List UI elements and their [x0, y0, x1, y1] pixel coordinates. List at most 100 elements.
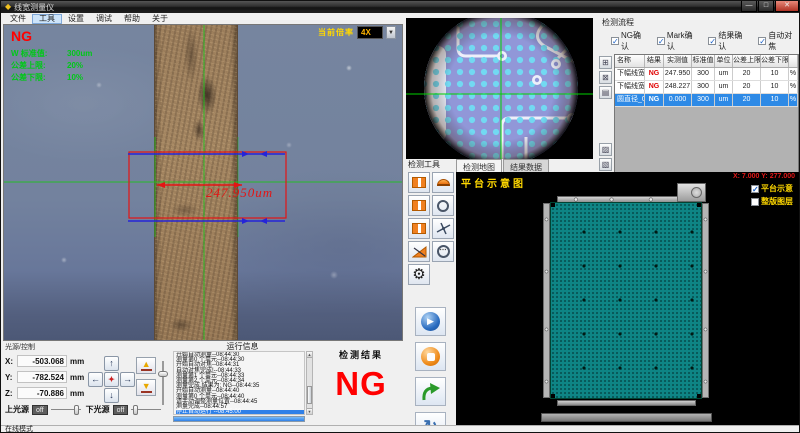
app-icon: ◆ — [5, 3, 11, 11]
log-list[interactable]: 开始自动测量--08:44:30测量第0 个单元--08:44:30开始自动对焦… — [173, 351, 305, 415]
flow-option-3[interactable]: ✓自动对焦 — [758, 30, 799, 52]
jog-left-button[interactable]: ← — [88, 372, 103, 387]
ellipsis-circle-icon: ⋯ — [437, 245, 450, 258]
inspection-flow-panel: 检测流程 ✓NG确认✓Mark确认✓结果确认✓自动对焦 ⊞⊠▤▨▧ 名称结果实测… — [599, 16, 799, 174]
detection-tools-panel: 检测工具 ⋯⚙ ▶↻ — [405, 159, 456, 425]
layer-toggle-0[interactable]: ✓平台示意 — [751, 183, 793, 194]
upper-light-toggle[interactable]: off — [32, 405, 48, 415]
stop-button[interactable] — [415, 342, 446, 371]
status-bar: 在线模式 — [1, 425, 800, 433]
chevron-down-icon[interactable]: ▼ — [386, 26, 396, 39]
result-value: NG — [317, 367, 405, 400]
export-file-button[interactable]: ▨ — [599, 143, 612, 156]
edit-button[interactable]: ⊞ — [599, 56, 612, 69]
axis-label: Y: — [5, 373, 14, 382]
scroll-up-icon[interactable]: ▲ — [307, 352, 312, 358]
window-title: 线宽测量仪 — [14, 2, 54, 13]
slider-thumb[interactable] — [133, 405, 138, 415]
menu-item-0[interactable]: 文件 — [4, 14, 32, 24]
table-row[interactable]: 圆直径_0NG0.000300um2010% — [615, 94, 798, 107]
log-line-highlighted[interactable]: 停止自动运行 --08:45:00 — [176, 410, 304, 415]
close-button[interactable]: ✕ — [775, 1, 799, 12]
magnification-label: 当前倍率 — [318, 27, 354, 38]
menu-item-2[interactable]: 设置 — [62, 14, 90, 24]
checkbox-icon[interactable]: ✓ — [758, 37, 766, 45]
jog-up-button[interactable]: ↑ — [104, 356, 119, 371]
tool-ellipsis-button[interactable]: ⋯ — [432, 241, 454, 262]
z-up-button[interactable]: ▲ — [136, 357, 156, 374]
lower-light-slider[interactable] — [131, 405, 161, 415]
checkbox-icon[interactable]: ✓ — [708, 37, 716, 45]
menu-item-4[interactable]: 帮助 — [118, 14, 146, 24]
log-scrollbar[interactable]: ▲ ▼ — [306, 351, 313, 415]
platform-layer-toggles: ✓平台示意整版图层 — [751, 183, 793, 207]
tool-dome-button[interactable] — [432, 172, 454, 193]
table-row[interactable]: 下幅线宽_1NG248.227300um2010% — [615, 81, 798, 94]
table-cell: 20 — [733, 81, 761, 93]
clear-all-button[interactable]: ⊠ — [599, 71, 612, 84]
table-row[interactable]: 下幅线宽_0NG247.950300um2010% — [615, 68, 798, 81]
table-cell: % — [789, 68, 798, 80]
results-table[interactable]: 名称结果实测值标准值单位公差上限公差下限下幅线宽_0NG247.950300um… — [614, 54, 799, 189]
z-down-arrow-icon: ▼ — [141, 382, 152, 393]
checkbox-label: 平台示意 — [761, 183, 793, 194]
table-cell: NG — [645, 94, 664, 106]
play-button[interactable]: ▶ — [415, 307, 446, 336]
axis-readouts: X:-503.068mmY:-782.524mmZ:-70.886mm — [5, 353, 88, 403]
measurement-value-annotation: 247.950um — [206, 185, 273, 201]
tools-panel-title: 检测工具 — [405, 159, 456, 172]
scroll-down-icon[interactable]: ▼ — [307, 408, 312, 414]
flow-option-2[interactable]: ✓结果确认 — [708, 30, 749, 52]
microscope-image-view[interactable]: NG W 标准值:300um公差上限:20%公差下限:10% 当前倍率 4X ▼… — [3, 24, 403, 341]
slider-thumb[interactable] — [158, 371, 168, 377]
menu-item-5[interactable]: 关于 — [146, 14, 174, 24]
checkbox-icon[interactable]: ✓ — [751, 185, 759, 193]
magnification-select[interactable]: 4X — [357, 26, 383, 39]
checkbox-icon[interactable]: ✓ — [657, 37, 665, 45]
flow-option-0[interactable]: ✓NG确认 — [611, 30, 648, 52]
table-cell: 下幅线宽_1 — [615, 81, 645, 93]
measurement-parameters: W 标准值:300um公差上限:20%公差下限:10% — [11, 48, 92, 84]
z-down-button[interactable]: ▼ — [136, 379, 156, 396]
table-cell: 0.000 — [664, 94, 692, 106]
table-cell: 248.227 — [664, 81, 692, 93]
column-header — [789, 55, 798, 67]
checkbox-icon[interactable]: ✓ — [611, 37, 619, 45]
axis-unit: mm — [70, 357, 84, 366]
z-speed-slider[interactable] — [157, 353, 169, 403]
tool-linewidth-b-button[interactable] — [408, 195, 430, 216]
tool-linewidth-a-button[interactable] — [408, 172, 430, 193]
inspection-result-panel: 检测结果 NG — [317, 341, 405, 425]
line-width-icon — [412, 200, 426, 211]
maximize-button[interactable]: □ — [758, 1, 774, 12]
menu-item-3[interactable]: 调试 — [90, 14, 118, 24]
table-cell: % — [789, 81, 798, 93]
minimize-button[interactable]: — — [741, 1, 757, 12]
camera-scope-view[interactable] — [406, 18, 593, 159]
platform-bottom-rail — [557, 400, 696, 406]
tool-slope-button[interactable] — [408, 241, 430, 262]
lower-light-toggle[interactable]: off — [113, 405, 129, 415]
table-cell: % — [789, 94, 798, 106]
scrollbar-thumb[interactable] — [307, 386, 312, 404]
flow-option-1[interactable]: ✓Mark确认 — [657, 30, 700, 52]
delete-button[interactable]: ▤ — [599, 86, 612, 99]
table-cell: um — [715, 81, 733, 93]
tool-circle-button[interactable] — [432, 195, 454, 216]
import-file-button[interactable]: ▧ — [599, 158, 612, 171]
tool-settings-button[interactable]: ⚙ — [408, 264, 430, 285]
checkbox-label: 结果确认 — [718, 30, 749, 52]
platform-schematic[interactable]: 平台示意图 X: 7.000 Y: 277.000 ✓平台示意整版图层 — [456, 172, 799, 425]
export-button[interactable] — [415, 377, 446, 406]
jog-down-button[interactable]: ↓ — [104, 388, 119, 403]
checkbox-icon[interactable] — [751, 198, 759, 206]
upper-light-slider[interactable] — [51, 405, 81, 415]
axis-row: Z:-70.886mm — [5, 387, 88, 399]
menu-item-1[interactable]: 工具 — [32, 14, 62, 24]
jog-right-button[interactable]: → — [120, 372, 135, 387]
tool-linewidth-c-button[interactable] — [408, 218, 430, 239]
layer-toggle-1[interactable]: 整版图层 — [751, 196, 793, 207]
home-button[interactable]: ✦ — [104, 372, 119, 387]
tool-angle-button[interactable] — [432, 218, 454, 239]
slider-thumb[interactable] — [74, 405, 79, 415]
